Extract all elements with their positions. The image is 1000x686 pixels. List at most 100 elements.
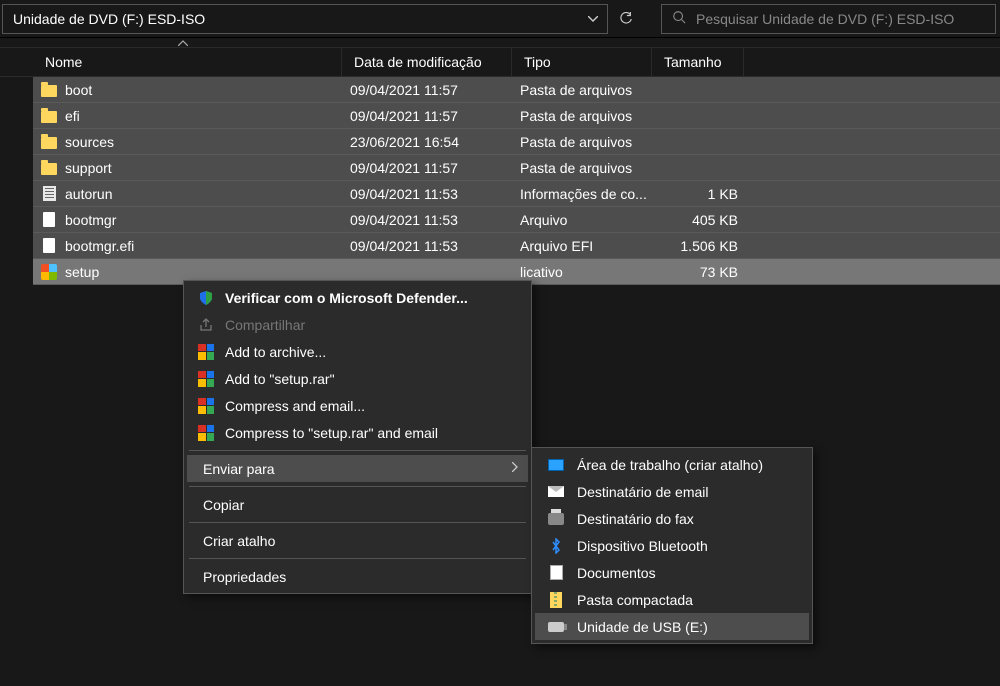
menu-label: Documentos xyxy=(577,565,656,581)
menu-label: Compress to "setup.rar" and email xyxy=(225,425,438,441)
address-dropdown-icon[interactable] xyxy=(579,5,607,33)
folder-icon xyxy=(41,108,57,124)
submenu-usb[interactable]: Unidade de USB (E:) xyxy=(535,613,809,640)
cell-size: 405 KB xyxy=(652,212,744,228)
refresh-button[interactable] xyxy=(611,4,641,34)
cell-type: Pasta de arquivos xyxy=(512,108,652,124)
share-icon xyxy=(197,316,215,334)
menu-compress-email[interactable]: Compress and email... xyxy=(187,392,528,419)
menu-send-to[interactable]: Enviar para xyxy=(187,455,528,482)
menu-label: Add to archive... xyxy=(225,344,326,360)
menu-label: Destinatário do fax xyxy=(577,511,694,527)
table-row[interactable]: boot09/04/2021 11:57Pasta de arquivos xyxy=(33,77,1000,103)
menu-label: Compress and email... xyxy=(225,398,365,414)
menu-separator xyxy=(189,450,526,451)
cell-date: 23/06/2021 16:54 xyxy=(342,134,512,150)
menu-label: Verificar com o Microsoft Defender... xyxy=(225,290,468,306)
menu-label: Área de trabalho (criar atalho) xyxy=(577,457,763,473)
select-all-checkbox[interactable] xyxy=(0,48,33,76)
document-icon xyxy=(547,565,565,581)
table-row[interactable]: support09/04/2021 11:57Pasta de arquivos xyxy=(33,155,1000,181)
sort-indicator-row xyxy=(0,38,1000,47)
cell-date: 09/04/2021 11:57 xyxy=(342,82,512,98)
menu-add-setup-rar[interactable]: Add to "setup.rar" xyxy=(187,365,528,392)
shield-icon xyxy=(197,289,215,307)
zip-icon xyxy=(547,592,565,608)
cell-name: efi xyxy=(33,108,342,124)
column-size[interactable]: Tamanho xyxy=(652,48,744,76)
column-date[interactable]: Data de modificação xyxy=(342,48,512,76)
menu-separator xyxy=(189,486,526,487)
submenu-desktop[interactable]: Área de trabalho (criar atalho) xyxy=(535,451,809,478)
cell-type: Informações de co... xyxy=(512,186,652,202)
menu-label: Criar atalho xyxy=(203,533,275,549)
cell-name: boot xyxy=(33,82,342,98)
menu-label: Compartilhar xyxy=(225,317,305,333)
desktop-icon xyxy=(547,457,565,473)
submenu-documents[interactable]: Documentos xyxy=(535,559,809,586)
column-name[interactable]: Nome xyxy=(33,48,342,76)
bluetooth-icon xyxy=(547,538,565,554)
top-bar: Unidade de DVD (F:) ESD-ISO Pesquisar Un… xyxy=(0,0,1000,38)
cell-name: bootmgr.efi xyxy=(33,238,342,254)
file-list: boot09/04/2021 11:57Pasta de arquivosefi… xyxy=(33,77,1000,285)
cell-size: 73 KB xyxy=(652,264,744,280)
table-row[interactable]: autorun09/04/2021 11:53Informações de co… xyxy=(33,181,1000,207)
address-bar[interactable]: Unidade de DVD (F:) ESD-ISO xyxy=(2,4,608,34)
menu-create-shortcut[interactable]: Criar atalho xyxy=(187,527,528,554)
table-row[interactable]: efi09/04/2021 11:57Pasta de arquivos xyxy=(33,103,1000,129)
table-row[interactable]: bootmgr.efi09/04/2021 11:53Arquivo EFI1.… xyxy=(33,233,1000,259)
menu-compress-setup-email[interactable]: Compress to "setup.rar" and email xyxy=(187,419,528,446)
cell-name: support xyxy=(33,160,342,176)
folder-icon xyxy=(41,134,57,150)
folder-icon xyxy=(41,82,57,98)
search-icon xyxy=(672,10,686,27)
menu-label: Enviar para xyxy=(203,461,275,477)
cell-date: 09/04/2021 11:57 xyxy=(342,160,512,176)
cell-type: Pasta de arquivos xyxy=(512,134,652,150)
cell-type: licativo xyxy=(512,264,652,280)
search-placeholder: Pesquisar Unidade de DVD (F:) ESD-ISO xyxy=(696,11,954,27)
table-row[interactable]: bootmgr09/04/2021 11:53Arquivo405 KB xyxy=(33,207,1000,233)
send-to-submenu: Área de trabalho (criar atalho) Destinat… xyxy=(531,447,813,644)
menu-label: Propriedades xyxy=(203,569,286,585)
cell-size: 1 KB xyxy=(652,186,744,202)
menu-label: Add to "setup.rar" xyxy=(225,371,335,387)
sort-ascending-icon xyxy=(178,38,188,49)
cell-date: 09/04/2021 11:53 xyxy=(342,186,512,202)
menu-label: Unidade de USB (E:) xyxy=(577,619,708,635)
cell-type: Pasta de arquivos xyxy=(512,160,652,176)
winrar-icon xyxy=(197,424,215,442)
submenu-fax[interactable]: Destinatário do fax xyxy=(535,505,809,532)
submenu-mail[interactable]: Destinatário de email xyxy=(535,478,809,505)
winrar-icon xyxy=(197,397,215,415)
menu-copy[interactable]: Copiar xyxy=(187,491,528,518)
menu-properties[interactable]: Propriedades xyxy=(187,563,528,590)
column-type[interactable]: Tipo xyxy=(512,48,652,76)
winrar-icon xyxy=(197,370,215,388)
menu-add-archive[interactable]: Add to archive... xyxy=(187,338,528,365)
table-row[interactable]: sources23/06/2021 16:54Pasta de arquivos xyxy=(33,129,1000,155)
menu-defender[interactable]: Verificar com o Microsoft Defender... xyxy=(187,284,528,311)
cell-name: bootmgr xyxy=(33,212,342,228)
inf-icon xyxy=(41,186,57,202)
file-icon xyxy=(41,238,57,254)
address-text: Unidade de DVD (F:) ESD-ISO xyxy=(3,11,579,27)
application-icon xyxy=(41,264,57,280)
cell-date: 09/04/2021 11:57 xyxy=(342,108,512,124)
menu-label: Pasta compactada xyxy=(577,592,693,608)
cell-type: Arquivo EFI xyxy=(512,238,652,254)
chevron-right-icon xyxy=(512,462,518,475)
cell-date: 09/04/2021 11:53 xyxy=(342,238,512,254)
context-menu: Verificar com o Microsoft Defender... Co… xyxy=(183,280,532,594)
search-box[interactable]: Pesquisar Unidade de DVD (F:) ESD-ISO xyxy=(661,4,996,34)
winrar-icon xyxy=(197,343,215,361)
usb-drive-icon xyxy=(547,619,565,635)
mail-icon xyxy=(547,484,565,500)
submenu-bluetooth[interactable]: Dispositivo Bluetooth xyxy=(535,532,809,559)
menu-separator xyxy=(189,558,526,559)
menu-share: Compartilhar xyxy=(187,311,528,338)
submenu-compressed[interactable]: Pasta compactada xyxy=(535,586,809,613)
cell-size: 1.506 KB xyxy=(652,238,744,254)
column-headers: Nome Data de modificação Tipo Tamanho xyxy=(0,47,1000,77)
